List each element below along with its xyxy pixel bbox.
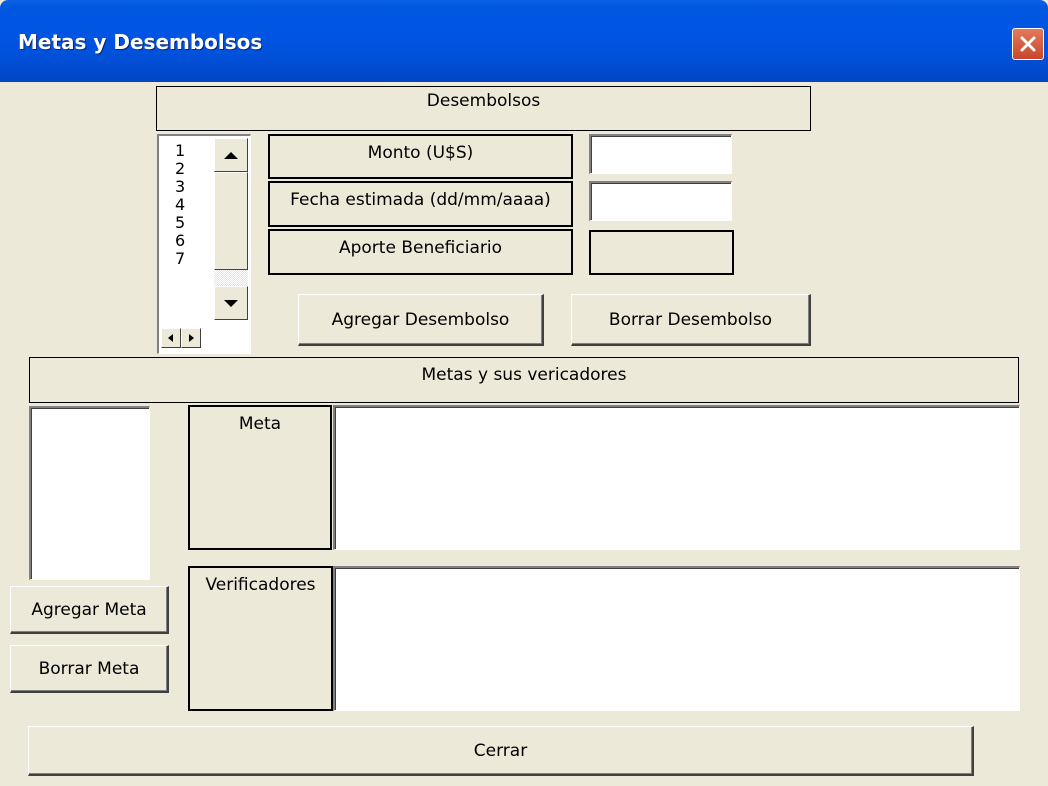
list-item[interactable]: 3 [175,178,185,196]
desembolsos-header-label: Desembolsos [426,91,541,111]
verificadores-label: Verificadores [205,575,316,595]
dialog-window: Metas y Desembolsos Desembolsos 1 2 3 4 … [0,0,1048,786]
fecha-label-box: Fecha estimada (dd/mm/aaaa) [268,181,573,227]
cerrar-button[interactable]: Cerrar [28,726,974,776]
scroll-down-button[interactable] [214,286,248,320]
metas-header-label: Metas y sus vericadores [421,365,627,385]
close-icon [1020,36,1036,52]
monto-label-box: Monto (U$S) [268,134,573,179]
desembolsos-header: Desembolsos [156,86,811,131]
cerrar-label: Cerrar [473,740,528,761]
list-horizontal-scrollbar[interactable] [161,328,211,350]
arrow-up-icon [224,152,238,159]
arrow-right-icon [189,334,194,342]
metas-header: Metas y sus vericadores [29,357,1019,403]
list-item[interactable]: 2 [175,160,185,178]
meta-label: Meta [238,414,282,434]
monto-field[interactable] [589,134,732,174]
list-item[interactable]: 4 [175,196,185,214]
monto-label: Monto (U$S) [367,143,474,163]
borrar-desembolso-label: Borrar Desembolso [608,309,773,330]
fecha-label: Fecha estimada (dd/mm/aaaa) [290,190,551,210]
meta-label-box: Meta [188,405,332,550]
verificadores-field[interactable] [333,566,1020,711]
meta-field[interactable] [333,405,1020,550]
aporte-field [589,230,734,275]
title-bar[interactable]: Metas y Desembolsos [0,0,1048,82]
arrow-down-icon [224,300,238,307]
metas-list[interactable] [29,406,150,580]
borrar-desembolso-button[interactable]: Borrar Desembolso [571,294,811,346]
borrar-meta-label: Borrar Meta [38,658,140,679]
agregar-meta-label: Agregar Meta [31,599,147,620]
list-item[interactable]: 7 [175,250,185,268]
list-vertical-scrollbar[interactable] [214,138,248,320]
desembolsos-list-items: 1 2 3 4 5 6 7 [175,142,185,268]
arrow-left-icon [168,334,173,342]
scroll-up-button[interactable] [214,138,248,172]
scroll-right-button[interactable] [181,328,201,348]
list-item[interactable]: 6 [175,232,185,250]
verificadores-label-box: Verificadores [188,566,333,711]
agregar-desembolso-label: Agregar Desembolso [331,309,510,330]
fecha-field[interactable] [589,181,732,221]
list-item[interactable]: 1 [175,142,185,160]
aporte-label-box: Aporte Beneficiario [268,229,573,275]
agregar-meta-button[interactable]: Agregar Meta [10,586,169,634]
close-window-button[interactable] [1012,28,1044,60]
agregar-desembolso-button[interactable]: Agregar Desembolso [298,294,544,346]
window-title: Metas y Desembolsos [18,30,263,54]
list-item[interactable]: 5 [175,214,185,232]
desembolsos-list[interactable]: 1 2 3 4 5 6 7 [157,134,251,354]
scroll-left-button[interactable] [161,328,181,348]
borrar-meta-button[interactable]: Borrar Meta [10,645,169,693]
scrollbar-thumb[interactable] [214,172,248,270]
aporte-label: Aporte Beneficiario [338,238,502,258]
